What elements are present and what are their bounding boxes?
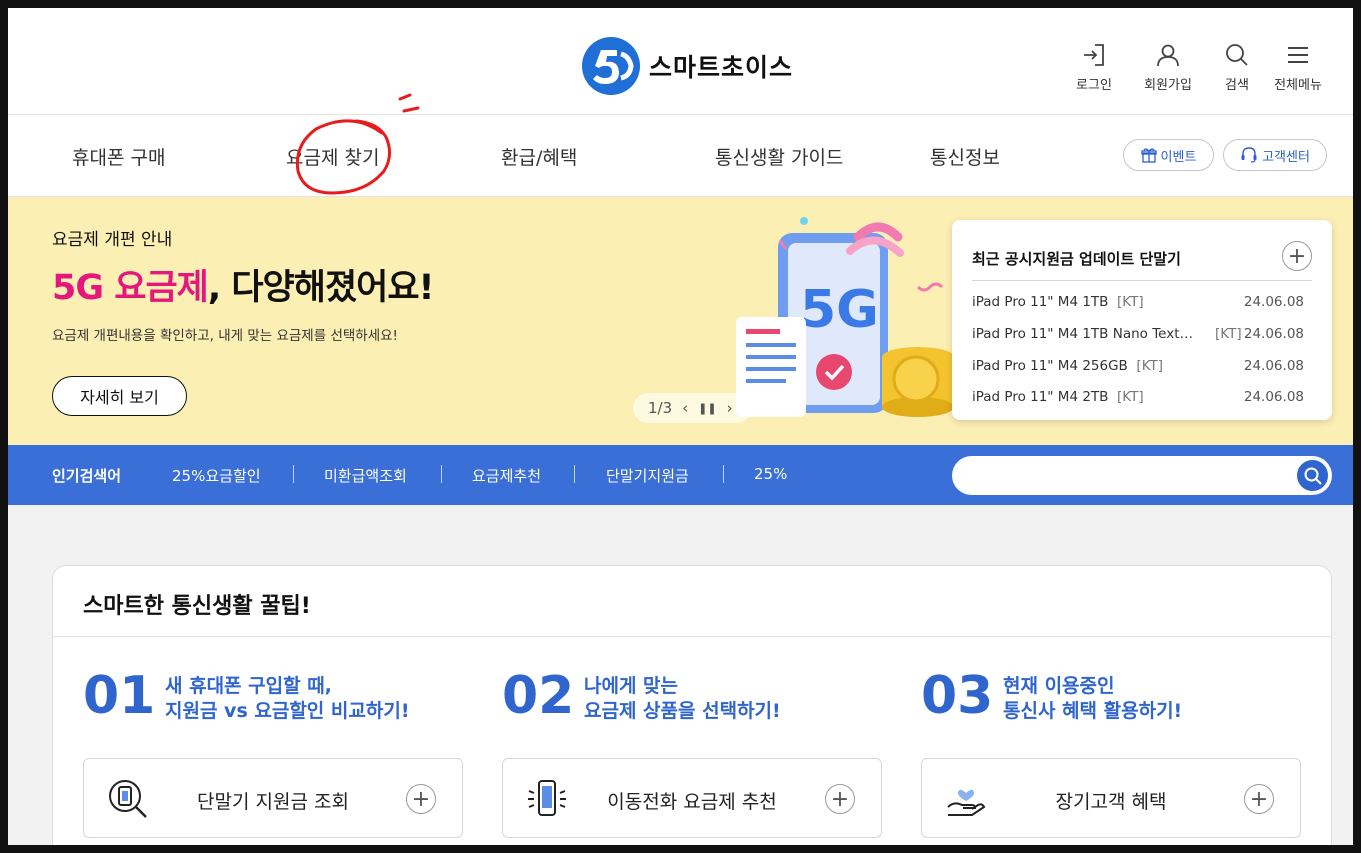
headset-icon xyxy=(1241,147,1257,163)
plan-recommend-button[interactable]: 이동전화 요금제 추천 + xyxy=(502,758,882,838)
carrier: [KT] xyxy=(1215,326,1242,342)
device-name: iPad Pro 11" M4 2TB xyxy=(972,389,1109,405)
event-button[interactable]: 이벤트 xyxy=(1123,139,1214,171)
customer-center-button[interactable]: 고객센터 xyxy=(1223,139,1327,171)
update-date: 24.06.08 xyxy=(1243,358,1304,374)
banner-title-highlight: 5G 요금제 xyxy=(52,268,209,308)
all-menu-button[interactable]: 전체메뉴 xyxy=(1268,42,1328,93)
tip-heading: 나에게 맞는 요금제 상품을 선택하기! xyxy=(584,674,781,724)
tip-number: 01 xyxy=(83,666,156,726)
popular-search-band: 인기검색어 25%요금할인 미환급액조회 요금제추천 단말기지원금 25% xyxy=(8,445,1353,505)
update-date: 24.06.08 xyxy=(1243,294,1304,310)
plus-icon: + xyxy=(406,784,436,814)
login-label: 로그인 xyxy=(1076,78,1112,93)
divider xyxy=(574,465,575,483)
art-5g-text: 5G xyxy=(800,280,879,340)
popular-keyword[interactable]: 25% xyxy=(754,465,787,483)
top-header: 스마트초이스 로그인 회원가입 검색 전체메뉴 xyxy=(8,8,1353,115)
all-menu-label: 전체메뉴 xyxy=(1274,78,1322,93)
banner-title-rest: , 다양해졌어요! xyxy=(207,268,435,308)
divider xyxy=(441,465,442,483)
promo-banner: 요금제 개편 안내 5G 요금제, 다양해졌어요! 요금제 개편내용을 확인하고… xyxy=(8,197,1353,445)
site-logo[interactable]: 스마트초이스 xyxy=(581,36,793,96)
tip-heading: 새 휴대폰 구입할 때, 지원금 vs 요금할인 비교하기! xyxy=(165,674,409,724)
search-label: 검색 xyxy=(1225,78,1249,93)
search-button[interactable]: 검색 xyxy=(1207,42,1267,93)
recent-subsidy-more-button[interactable]: + xyxy=(1282,241,1312,271)
loyalty-benefit-button[interactable]: 장기고객 혜택 + xyxy=(921,758,1301,838)
device-name: iPad Pro 11" M4 256GB xyxy=(972,358,1128,374)
banner-subtitle: 요금제 개편 안내 xyxy=(52,230,173,250)
search-input[interactable] xyxy=(952,456,1332,495)
update-date: 24.06.08 xyxy=(1243,326,1304,342)
signup-label: 회원가입 xyxy=(1144,78,1192,93)
popular-keyword[interactable]: 미환급액조회 xyxy=(324,465,407,486)
tip-heading-line: 통신사 혜택 활용하기! xyxy=(1003,700,1183,722)
plus-icon: + xyxy=(1287,243,1307,269)
signup-button[interactable]: 회원가입 xyxy=(1138,42,1198,93)
pager-count: 1/3 xyxy=(648,399,673,417)
banner-title: 5G 요금제, 다양해졌어요! xyxy=(52,259,435,310)
plus-icon: + xyxy=(825,784,855,814)
nav-item-telecom-guide[interactable]: 통신생활 가이드 xyxy=(715,143,843,170)
carrier: [KT] xyxy=(1117,389,1144,405)
user-icon xyxy=(1157,44,1179,67)
login-icon xyxy=(1084,44,1104,66)
popular-keyword[interactable]: 25%요금할인 xyxy=(172,465,261,486)
banner-pager: 1/3 ‹ ❚❚ › xyxy=(633,393,751,423)
customer-center-label: 고객센터 xyxy=(1262,149,1310,165)
tip-heading-line: 요금제 상품을 선택하기! xyxy=(584,700,781,722)
nav-item-telecom-info[interactable]: 통신정보 xyxy=(930,143,1000,170)
device-name: iPad Pro 11" M4 1TB xyxy=(972,294,1109,310)
tip-number: 03 xyxy=(921,666,994,726)
search-icon xyxy=(1226,44,1248,66)
plus-icon: + xyxy=(1244,784,1274,814)
banner-detail-button[interactable]: 자세히 보기 xyxy=(52,376,187,416)
banner-description: 요금제 개편내용을 확인하고, 내게 맞는 요금제를 선택하세요! xyxy=(52,328,398,344)
nav-item-find-plan[interactable]: 요금제 찾기 xyxy=(286,143,379,170)
carrier: [KT] xyxy=(1136,358,1164,374)
tips-card: 스마트한 통신생활 꿀팁! 01 새 휴대폰 구입할 때, 지원금 vs 요금할… xyxy=(52,565,1332,845)
tip-number: 02 xyxy=(502,666,575,726)
nav-item-refund-benefit[interactable]: 환급/혜택 xyxy=(501,143,577,170)
popular-search-label: 인기검색어 xyxy=(52,467,122,485)
next-slide-icon[interactable]: › xyxy=(727,399,733,417)
divider xyxy=(53,636,1331,637)
recent-subsidy-title: 최근 공시지원금 업데이트 단말기 xyxy=(972,250,1181,268)
tip-heading-line: 새 휴대폰 구입할 때, xyxy=(165,675,332,697)
carrier: [KT] xyxy=(1117,294,1144,310)
logo-text: 스마트초이스 xyxy=(649,53,794,82)
subsidy-lookup-button[interactable]: 단말기 지원금 조회 + xyxy=(83,758,463,838)
device-name: iPad Pro 11" M4 1TB Nano Textur… xyxy=(972,326,1198,342)
search-icon xyxy=(1304,467,1322,485)
menu-icon xyxy=(1288,47,1308,63)
login-button[interactable]: 로그인 xyxy=(1064,42,1124,93)
divider xyxy=(972,280,1312,281)
main-nav: 휴대폰 구매 요금제 찾기 환급/혜택 통신생활 가이드 통신정보 이벤트 고객… xyxy=(8,115,1353,197)
popular-keyword[interactable]: 단말기지원금 xyxy=(606,465,689,486)
divider xyxy=(723,465,724,483)
pause-icon[interactable]: ❚❚ xyxy=(698,402,716,415)
logo-icon xyxy=(582,37,640,95)
event-label: 이벤트 xyxy=(1160,149,1197,165)
search-submit-button[interactable] xyxy=(1295,458,1330,493)
tip-heading-line: 나에게 맞는 xyxy=(584,675,679,697)
browser-viewport: 스마트초이스 로그인 회원가입 검색 전체메뉴 휴대폰 구매 요금제 찾기 환급… xyxy=(8,8,1353,845)
nav-item-phone-purchase[interactable]: 휴대폰 구매 xyxy=(72,143,165,170)
tip-heading: 현재 이용중인 통신사 혜택 활용하기! xyxy=(1003,674,1182,724)
gift-icon xyxy=(1140,148,1157,163)
tip-heading-line: 현재 이용중인 xyxy=(1003,675,1115,697)
tip-heading-line: 지원금 vs 요금할인 비교하기! xyxy=(165,700,410,722)
divider xyxy=(293,465,294,483)
popular-keyword[interactable]: 요금제추천 xyxy=(472,465,541,486)
prev-slide-icon[interactable]: ‹ xyxy=(682,399,688,417)
recent-subsidy-card: 최근 공시지원금 업데이트 단말기 + iPad Pro 11" M4 1TB … xyxy=(952,220,1332,420)
update-date: 24.06.08 xyxy=(1243,389,1304,405)
tips-title: 스마트한 통신생활 꿀팁! xyxy=(83,594,311,619)
